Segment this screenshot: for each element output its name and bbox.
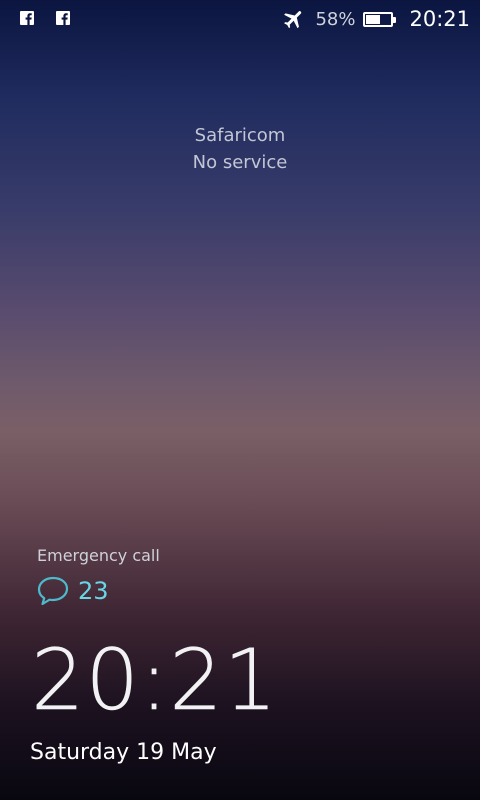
facebook-notification-icon [56,11,70,25]
carrier-info: Safaricom No service [0,122,480,176]
battery-percent: 58% [315,8,356,30]
battery-icon [363,11,397,27]
lock-clock: 20:21 [31,631,279,730]
facebook-notification-icon [20,11,34,25]
airplane-icon [284,11,302,29]
emergency-call-button[interactable]: Emergency call [37,546,160,565]
status-bar: 58% 20:21 [0,0,480,38]
status-indicators: 58% 20:21 [281,0,470,38]
lock-date: Saturday 19 May [30,740,217,765]
battery-level [366,14,381,24]
carrier-name: Safaricom [194,125,286,146]
message-count: 23 [78,577,109,605]
chat-bubble-icon [37,576,69,606]
message-notification[interactable]: 23 [36,574,109,608]
carrier-status: No service [192,152,288,173]
status-time: 20:21 [409,7,470,31]
lock-screen: { "status_bar": { "notification_icons": … [0,0,480,800]
